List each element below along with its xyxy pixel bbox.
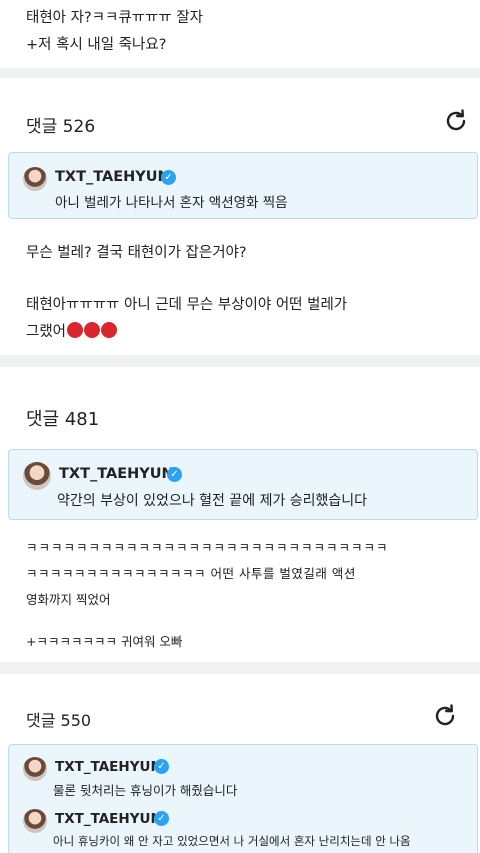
avatar[interactable] bbox=[23, 809, 47, 833]
section-divider bbox=[0, 68, 480, 78]
angry-face-emoji bbox=[84, 322, 101, 338]
author-reply: TXT_TAEHYUN ✓ 약간의 부상이 있었으나 혈전 끝에 제가 승리했습… bbox=[8, 449, 478, 520]
comment-text: +ㅋㅋㅋㅋㅋㅋㅋ 귀여워 오빠 bbox=[26, 634, 183, 649]
reply-text: 약간의 부상이 있었으나 혈전 끝에 제가 승리했습니다 bbox=[57, 493, 368, 509]
verified-badge-icon: ✓ bbox=[154, 759, 169, 774]
comment-text: 무슨 벌레? 결국 태현이가 잡은거야? bbox=[26, 245, 247, 261]
comment-feed: 태현아 자?ㅋㅋ큐ㅠㅠㅠ 잘자 +저 혹시 내일 죽나요? 댓글 526 TXT… bbox=[0, 0, 480, 853]
avatar[interactable] bbox=[23, 757, 47, 781]
post-text-line: 태현아 자?ㅋㅋ큐ㅠㅠㅠ 잘자 bbox=[26, 10, 203, 26]
verified-badge-icon: ✓ bbox=[161, 170, 176, 185]
verified-badge-icon: ✓ bbox=[167, 467, 182, 482]
reply-author[interactable]: TXT_TAEHYUN bbox=[55, 169, 170, 185]
reply-text: 아니 휴닝카이 왜 안 자고 있었으면서 나 거실에서 혼자 난리치는데 안 나… bbox=[53, 834, 411, 848]
author-reply: TXT_TAEHYUN ✓ 아니 벌레가 나타나서 혼자 액션영화 찍음 bbox=[8, 152, 478, 219]
angry-face-emoji bbox=[101, 322, 118, 338]
verified-badge-icon: ✓ bbox=[154, 811, 169, 826]
comment-text: ㅋㅋㅋㅋㅋㅋㅋㅋㅋㅋㅋㅋㅋㅋㅋㅋㅋㅋㅋㅋㅋㅋㅋㅋㅋㅋㅋㅋㅋ bbox=[26, 540, 389, 555]
reply-author[interactable]: TXT_TAEHYUN bbox=[55, 811, 162, 827]
section-divider bbox=[0, 355, 480, 367]
refresh-icon[interactable] bbox=[443, 108, 469, 134]
comment-text: 태현아ㅠㅠㅠㅠ 아니 근데 무슨 부상이야 어떤 벌레가 bbox=[26, 297, 348, 313]
reply-author[interactable]: TXT_TAEHYUN bbox=[55, 759, 162, 775]
reply-text: 물론 뒷처리는 휴닝이가 해줬습니다 bbox=[53, 783, 238, 798]
comment-text: ㅋㅋㅋㅋㅋㅋㅋㅋㅋㅋㅋㅋㅋㅋㅋ 어떤 사투를 벌였길래 액션 bbox=[26, 566, 356, 581]
reply-text: 아니 벌레가 나타나서 혼자 액션영화 찍음 bbox=[55, 195, 288, 211]
comment-count: 댓글 550 bbox=[26, 711, 92, 730]
refresh-icon[interactable] bbox=[432, 703, 458, 729]
comment-text: 그랬어 bbox=[26, 324, 67, 340]
section-divider bbox=[0, 662, 480, 674]
author-reply: TXT_TAEHYUN ✓ 물론 뒷처리는 휴닝이가 해줬습니다 TXT_TAE… bbox=[8, 744, 478, 853]
comment-text: 영화까지 찍었어 bbox=[26, 592, 111, 607]
avatar[interactable] bbox=[23, 167, 47, 191]
reply-author[interactable]: TXT_TAEHYUN bbox=[59, 466, 174, 482]
angry-face-emoji bbox=[67, 322, 84, 338]
post-text-line: +저 혹시 내일 죽나요? bbox=[26, 37, 167, 53]
comment-text-line: 그랬어 bbox=[26, 320, 118, 344]
comment-count: 댓글 526 bbox=[26, 117, 96, 137]
avatar[interactable] bbox=[23, 462, 51, 490]
comment-count: 댓글 481 bbox=[26, 409, 100, 430]
